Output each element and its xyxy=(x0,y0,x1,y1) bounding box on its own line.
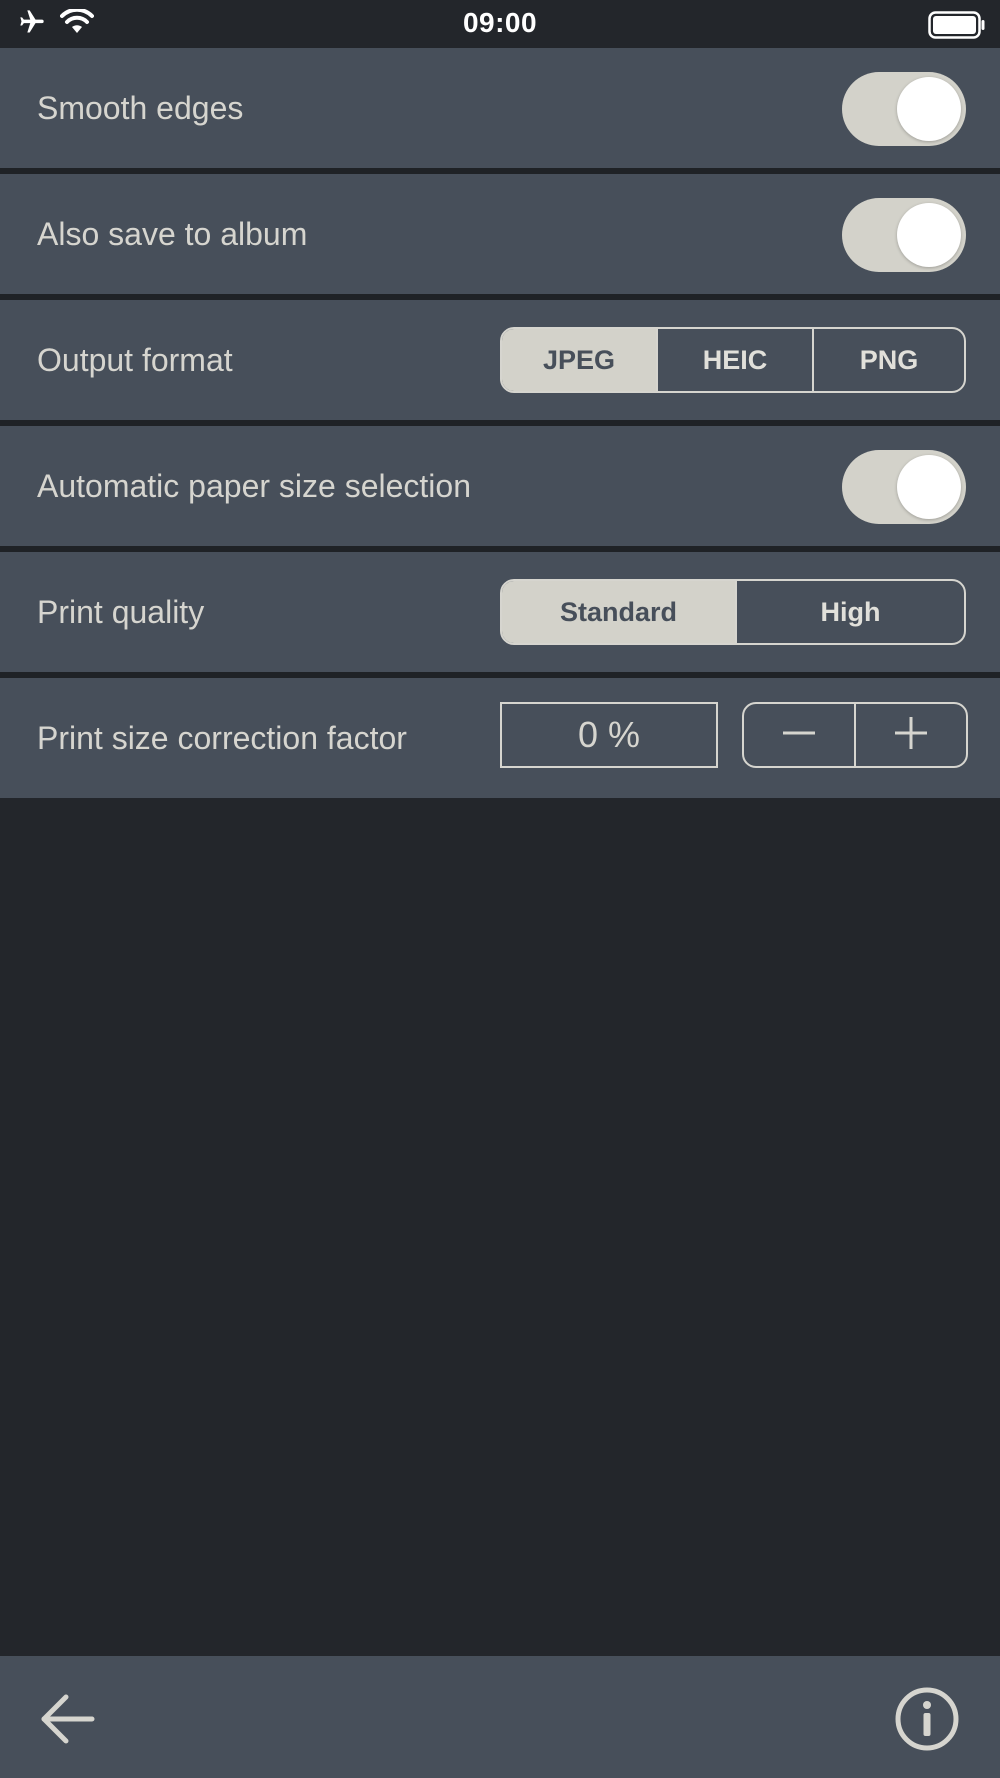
toggle-knob xyxy=(897,455,961,519)
save-to-album-label: Also save to album xyxy=(37,216,308,252)
print-quality-label: Print quality xyxy=(37,594,205,630)
output-format-png[interactable]: PNG xyxy=(812,329,964,391)
status-bar: 09:00 xyxy=(0,0,1000,48)
toggle-knob xyxy=(897,77,961,141)
row-smooth-edges: Smooth edges xyxy=(0,48,1000,174)
save-to-album-toggle[interactable] xyxy=(842,198,966,272)
print-quality-selector: Standard High xyxy=(500,579,966,645)
correction-factor-stepper xyxy=(742,702,968,768)
auto-paper-size-label: Automatic paper size selection xyxy=(37,468,471,504)
output-format-selector: JPEG HEIC PNG xyxy=(500,327,966,393)
correction-factor-value: 0 % xyxy=(500,702,718,768)
minus-icon xyxy=(781,715,817,756)
increment-button[interactable] xyxy=(854,704,966,766)
back-arrow-icon xyxy=(40,1694,96,1748)
auto-paper-size-toggle[interactable] xyxy=(842,450,966,524)
bottom-toolbar xyxy=(0,1656,1000,1778)
smooth-edges-label: Smooth edges xyxy=(37,90,244,126)
back-button[interactable] xyxy=(40,1694,96,1749)
row-save-to-album: Also save to album xyxy=(0,174,1000,300)
info-button[interactable] xyxy=(894,1686,960,1757)
output-format-label: Output format xyxy=(37,342,233,378)
print-quality-high[interactable]: High xyxy=(735,581,964,643)
plus-icon xyxy=(893,715,929,756)
print-quality-standard[interactable]: Standard xyxy=(502,581,735,643)
row-output-format: Output format JPEG HEIC PNG xyxy=(0,300,1000,426)
decrement-button[interactable] xyxy=(744,704,854,766)
smooth-edges-toggle[interactable] xyxy=(842,72,966,146)
output-format-heic[interactable]: HEIC xyxy=(656,329,812,391)
row-auto-paper-size: Automatic paper size selection xyxy=(0,426,1000,552)
status-time: 09:00 xyxy=(462,7,538,38)
settings-list: Smooth edges Also save to album Output f… xyxy=(0,48,1000,798)
info-icon xyxy=(894,1687,960,1756)
toggle-knob xyxy=(897,203,961,267)
correction-factor-label: Print size correction factor xyxy=(37,720,407,756)
row-print-quality: Print quality Standard High xyxy=(0,552,1000,678)
battery-icon xyxy=(928,11,986,44)
row-correction-factor: Print size correction factor 0 % xyxy=(0,678,1000,798)
output-format-jpeg[interactable]: JPEG xyxy=(502,329,656,391)
